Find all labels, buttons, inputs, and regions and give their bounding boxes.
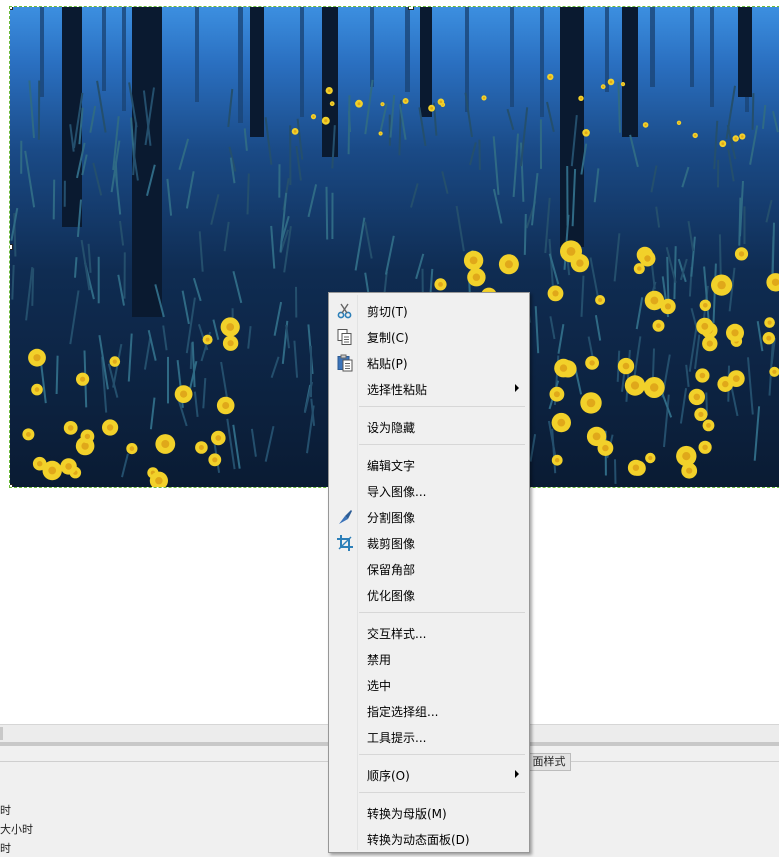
menu-item-label: 复制(C) [367,331,409,345]
resize-handle-left[interactable] [10,244,13,250]
resize-handle-top-left[interactable] [10,7,13,10]
context-menu: 剪切(T) 复制(C) 粘贴(P) 选择性粘贴 设为隐藏 编辑文字 导入图像..… [328,292,530,853]
scroll-thumb[interactable] [0,727,3,740]
menu-separator [359,612,525,613]
menu-item-label: 保留角部 [367,563,416,577]
tab-panel-style[interactable]: 面样式 [527,753,571,771]
menu-item-edit-text[interactable]: 编辑文字 [331,452,527,478]
menu-item-label: 转换为动态面板(D) [367,833,470,847]
menu-item-label: 优化图像 [367,589,416,603]
menu-item-label: 转换为母版(M) [367,807,447,821]
menu-item-label: 编辑文字 [367,459,416,473]
menu-item-label: 粘贴(P) [367,357,408,371]
menu-item-label: 剪切(T) [367,305,408,319]
slice-knife-icon [336,508,354,526]
menu-item-label: 指定选择组... [367,705,439,719]
menu-item-assign-selection-group[interactable]: 指定选择组... [331,698,527,724]
panel-text-line: 时 [0,842,11,855]
menu-separator [359,406,525,407]
menu-item-crop-image[interactable]: 裁剪图像 [331,530,527,556]
menu-item-label: 设为隐藏 [367,421,416,435]
menu-item-order[interactable]: 顺序(O) [331,762,527,788]
menu-item-label: 工具提示... [367,731,427,745]
panel-text-line: 大小时 [0,823,33,836]
scissors-icon [336,302,354,320]
menu-item-slice-image[interactable]: 分割图像 [331,504,527,530]
menu-item-convert-to-dynamic-panel[interactable]: 转换为动态面板(D) [331,826,527,852]
menu-item-paste-special[interactable]: 选择性粘贴 [331,376,527,402]
menu-separator [359,754,525,755]
menu-item-disable[interactable]: 禁用 [331,646,527,672]
menu-item-copy[interactable]: 复制(C) [331,324,527,350]
menu-item-paste[interactable]: 粘贴(P) [331,350,527,376]
menu-separator [359,444,525,445]
submenu-arrow-icon [515,770,519,778]
resize-handle-top[interactable] [408,7,414,10]
menu-item-cut[interactable]: 剪切(T) [331,298,527,324]
copy-icon [336,328,354,346]
menu-item-tooltip[interactable]: 工具提示... [331,724,527,750]
menu-item-label: 交互样式... [367,627,427,641]
menu-item-label: 顺序(O) [367,769,410,783]
crop-icon [336,534,354,552]
menu-separator [359,792,525,793]
menu-item-selected[interactable]: 选中 [331,672,527,698]
menu-item-convert-to-master[interactable]: 转换为母版(M) [331,800,527,826]
menu-item-label: 分割图像 [367,511,416,525]
menu-item-import-image[interactable]: 导入图像... [331,478,527,504]
resize-handle-bottom-left[interactable] [10,484,13,487]
menu-item-label: 选择性粘贴 [367,383,428,397]
menu-item-set-hidden[interactable]: 设为隐藏 [331,414,527,440]
menu-item-optimize-image[interactable]: 优化图像 [331,582,527,608]
paste-icon [336,354,354,372]
submenu-arrow-icon [515,384,519,392]
menu-item-keep-corners[interactable]: 保留角部 [331,556,527,582]
panel-text-line: 时 [0,804,11,817]
menu-item-label: 禁用 [367,653,392,667]
menu-item-label: 裁剪图像 [367,537,416,551]
menu-item-label: 导入图像... [367,485,427,499]
menu-item-label: 选中 [367,679,392,693]
menu-item-interaction-styles[interactable]: 交互样式... [331,620,527,646]
